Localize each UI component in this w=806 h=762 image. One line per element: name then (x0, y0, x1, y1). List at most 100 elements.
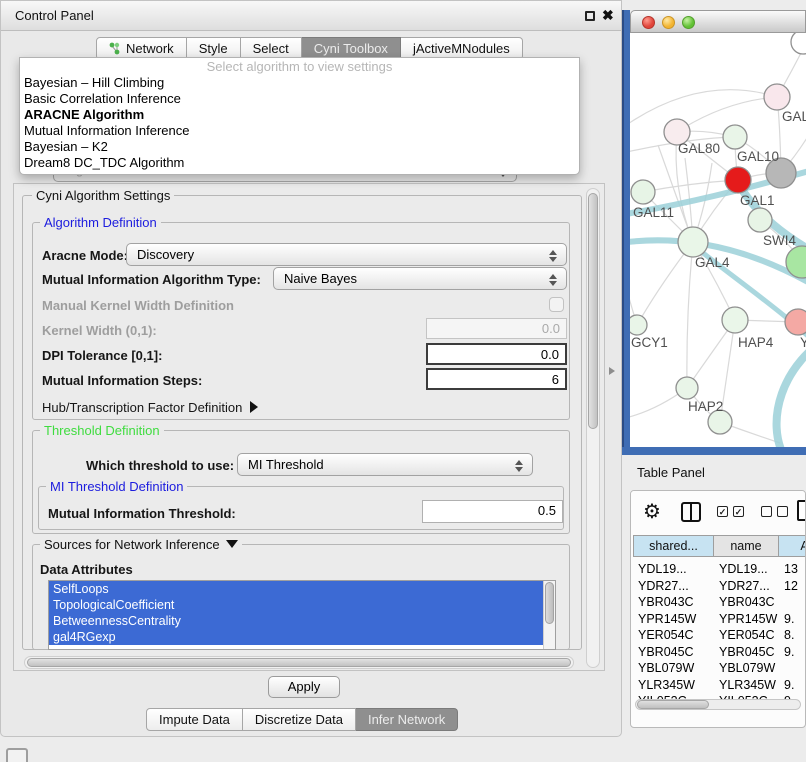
table-cell: YBR045C (714, 645, 779, 659)
settings-scrollbar-thumb[interactable] (588, 193, 598, 429)
control-panel: Control Panel ✖ NetworkStyleSelectCyni T… (0, 0, 622, 737)
checked-checkbox-icon[interactable]: ✓ (717, 506, 728, 517)
manual-kernel-checkbox[interactable] (549, 297, 564, 312)
data-attributes-list[interactable]: SelfLoopsTopologicalCoefficientBetweenne… (48, 580, 556, 650)
network-node[interactable] (678, 227, 708, 257)
algorithm-option[interactable]: Dream8 DC_TDC Algorithm (20, 155, 579, 171)
splitter-handle-icon[interactable] (609, 367, 615, 375)
table-cell: YBR043C (714, 595, 779, 609)
table-cell: YDL19... (633, 562, 714, 576)
column-header[interactable]: shared... (633, 535, 714, 557)
checked-checkbox-icon[interactable]: ✓ (733, 506, 744, 517)
table-row[interactable]: YBR045CYBR045C9. (633, 645, 806, 662)
control-panel-titlebar: Control Panel ✖ (1, 1, 621, 31)
mi-threshold-field[interactable]: 0.5 (422, 500, 563, 523)
minimize-traffic-light-icon[interactable] (662, 16, 675, 29)
network-node[interactable] (723, 125, 747, 149)
mi-type-label: Mutual Information Algorithm Type: (42, 272, 261, 287)
table-toolbar: ⚙ ✓ ✓ (631, 491, 805, 535)
close-icon[interactable]: ✖ (602, 7, 614, 24)
algorithm-option[interactable]: Bayesian – Hill Climbing (20, 75, 579, 91)
algorithm-dropdown-popup: Select algorithm to view settings Bayesi… (19, 57, 580, 175)
settings-vertical-scrollbar[interactable] (586, 188, 600, 668)
network-node[interactable] (631, 180, 655, 204)
table-cell: YDL19... (714, 562, 779, 576)
network-edge[interactable] (643, 180, 738, 192)
algorithm-option[interactable]: ARACNE Algorithm (20, 107, 579, 123)
hub-definition-toggle[interactable]: Hub/Transcription Factor Definition (42, 400, 258, 415)
table-cell: YER054C (633, 628, 714, 642)
table-scrollbar-thumb[interactable] (637, 700, 709, 709)
table-row[interactable]: YBL079WYBL079W (633, 661, 806, 678)
network-node[interactable] (722, 307, 748, 333)
table-cell: YBL079W (633, 661, 714, 675)
attribute-item-selected[interactable]: TopologicalCoefficient (49, 597, 555, 613)
table-row[interactable]: YDR27...YDR27...12 (633, 579, 806, 596)
settings-hscrollbar-thumb[interactable] (27, 658, 571, 667)
attribute-item-selected[interactable]: SelfLoops (49, 581, 555, 597)
float-window-icon[interactable] (585, 11, 595, 21)
cyni-settings-panel: Cyni Algorithm Settings Algorithm Defini… (13, 183, 605, 671)
tab-infer-network[interactable]: Infer Network (356, 708, 458, 731)
algorithm-option[interactable]: Mutual Information Inference (20, 123, 579, 139)
table-body: YDL19...YDL19...13YDR27...YDR27...12YBR0… (633, 562, 806, 704)
network-window-border (622, 447, 806, 455)
network-node[interactable] (630, 315, 647, 335)
table-row[interactable]: YLR345WYLR345W9. (633, 678, 806, 695)
network-edge[interactable] (677, 97, 777, 132)
attribute-item-selected[interactable]: BetweennessCentrality (49, 613, 555, 629)
table-row[interactable]: YDL19...YDL19...13 (633, 562, 806, 579)
node-table: shared...nameA YDL19...YDL19...13YDR27..… (633, 535, 806, 704)
column-header[interactable]: name (714, 535, 779, 557)
attribute-item-selected[interactable]: gal4RGexp (49, 629, 555, 645)
unchecked-checkbox-icon[interactable] (761, 506, 772, 517)
close-traffic-light-icon[interactable] (642, 16, 655, 29)
hub-definition-label: Hub/Transcription Factor Definition (42, 400, 242, 415)
network-node[interactable] (785, 309, 806, 335)
attributes-scrollbar[interactable] (543, 581, 555, 649)
page-icon[interactable] (797, 500, 806, 521)
combo-stepper-icon (515, 458, 523, 474)
algorithm-option[interactable]: Bayesian – K2 (20, 139, 579, 155)
dpi-tolerance-field[interactable]: 0.0 (426, 343, 567, 365)
table-horizontal-scrollbar[interactable] (635, 699, 801, 710)
node-label: GAL10 (737, 149, 779, 164)
network-node[interactable] (791, 33, 806, 54)
zoom-traffic-light-icon[interactable] (682, 16, 695, 29)
network-window-titlebar[interactable] (630, 10, 806, 33)
algorithm-option[interactable]: Basic Correlation Inference (20, 91, 579, 107)
settings-horizontal-scrollbar[interactable] (24, 656, 574, 669)
table-cell: YBL079W (714, 661, 779, 675)
which-threshold-combo[interactable]: MI Threshold (237, 453, 533, 476)
network-canvas[interactable]: GALGAL80GAL10GAL1GAL11SWI4GAL4GCY1HAP4YH… (630, 33, 806, 447)
node-label: Y (800, 335, 806, 350)
column-header[interactable]: A (779, 535, 806, 557)
mi-type-combo[interactable]: Naive Bayes (273, 267, 567, 290)
table-row[interactable]: YPR145WYPR145W9. (633, 612, 806, 629)
data-attributes-label: Data Attributes (40, 562, 133, 577)
settings-gear-icon[interactable]: ⚙ (643, 499, 661, 524)
network-node[interactable] (676, 377, 698, 399)
split-columns-icon[interactable] (681, 502, 701, 522)
network-node[interactable] (748, 208, 772, 232)
unchecked-checkbox-icon[interactable] (777, 506, 788, 517)
table-row[interactable]: YER054CYER054C8. (633, 628, 806, 645)
tab-discretize-data[interactable]: Discretize Data (243, 708, 356, 731)
kernel-width-field[interactable]: 0.0 (426, 318, 567, 339)
aracne-mode-value: Discovery (137, 247, 194, 262)
tab-impute-data[interactable]: Impute Data (146, 708, 243, 731)
network-node[interactable] (764, 84, 790, 110)
sources-group-toggle[interactable]: Sources for Network Inference (40, 537, 242, 552)
network-edge[interactable] (687, 242, 693, 388)
table-row[interactable]: YBR043CYBR043C (633, 595, 806, 612)
network-edge[interactable] (630, 90, 777, 128)
aracne-mode-combo[interactable]: Discovery (126, 243, 567, 266)
apply-button[interactable]: Apply (268, 676, 340, 698)
network-node[interactable] (725, 167, 751, 193)
network-edge-thick[interactable] (777, 333, 806, 447)
node-label: GAL (782, 109, 806, 124)
attributes-scrollbar-thumb[interactable] (545, 582, 554, 624)
mi-steps-field[interactable]: 6 (426, 368, 567, 390)
tab-label: Style (199, 38, 228, 59)
panel-corner-icon[interactable] (6, 748, 28, 762)
